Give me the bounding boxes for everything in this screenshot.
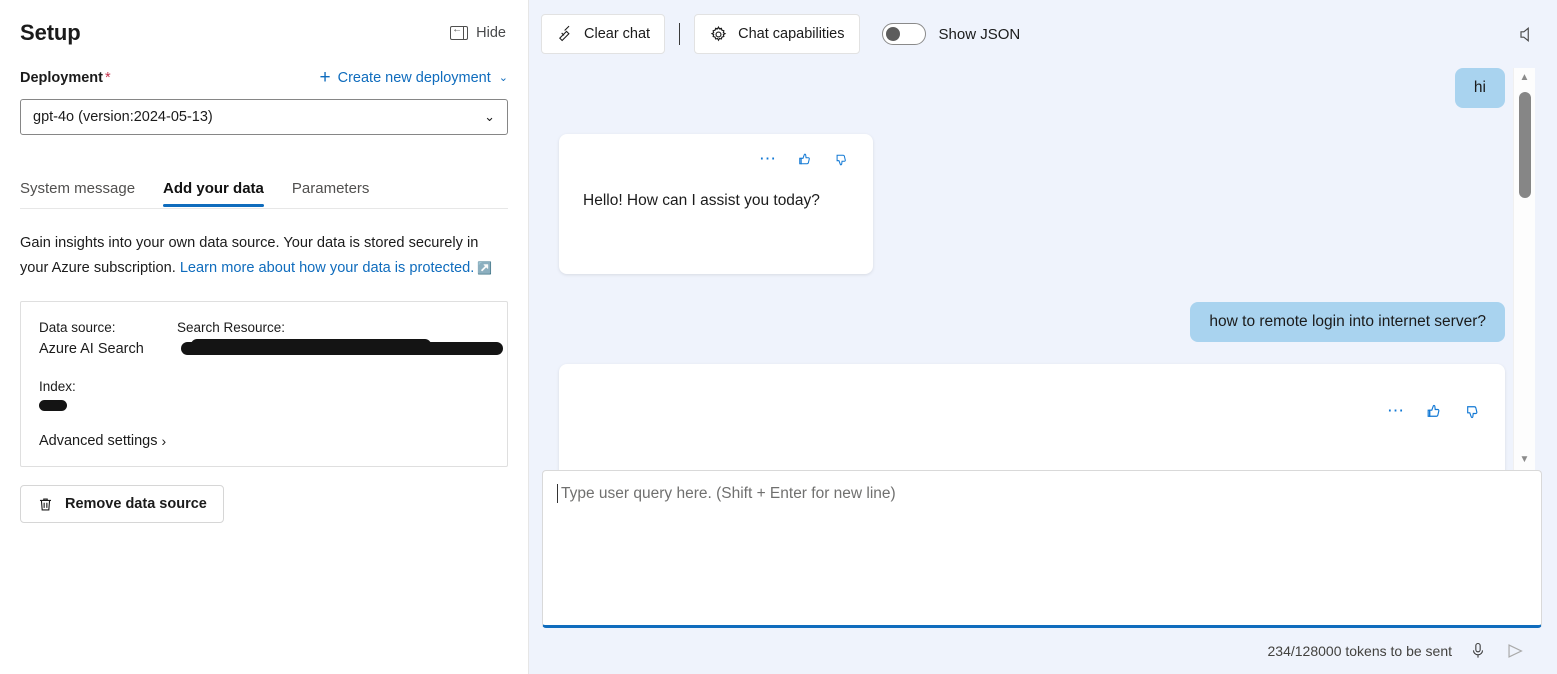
chevron-right-icon: › [161,433,167,449]
user-message-bubble: how to remote login into internet server… [1190,302,1505,342]
hide-panel-button[interactable]: Hide [448,21,508,45]
message-row-assistant: ⋯ Hello! How can I assist you today? [559,134,1505,274]
chat-panel: Clear chat Chat capabilities Show JSON h… [529,0,1557,674]
index-key: Index: [39,379,76,394]
text-caret [557,484,558,503]
composer-area: Type user query here. (Shift + Enter for… [529,470,1557,674]
tabs-divider [20,208,508,209]
speaker-button[interactable] [1511,18,1543,50]
search-resource-column: Search Resource: [177,320,503,357]
chevron-down-icon: ⌄ [498,72,508,84]
broom-icon [559,25,570,42]
show-json-label: Show JSON [938,25,1021,43]
chat-scrollbar[interactable]: ▲ ▼ [1513,68,1535,470]
assistant-message-text: Hello! How can I assist you today? [583,192,820,209]
thumbs-down-icon[interactable] [1462,402,1481,421]
message-row-assistant: ⋯ [559,364,1505,470]
toolbar-divider [679,23,681,45]
message-actions: ⋯ [583,400,1481,422]
chat-input-placeholder: Type user query here. (Shift + Enter for… [557,484,1525,503]
tab-parameters[interactable]: Parameters [292,180,370,207]
learn-more-link[interactable]: Learn more about how your data is protec… [180,260,474,276]
assistant-message-bubble: ⋯ Hello! How can I assist you today? [559,134,873,274]
search-resource-key: Search Resource: [177,320,286,335]
chat-messages: hi ⋯ Hello! How can I assist you today? … [529,68,1535,470]
scrollbar-thumb[interactable] [1519,92,1531,198]
data-source-column: Data source: Azure AI Search [39,320,177,357]
create-new-deployment-button[interactable]: + Create new deployment ⌄ [320,68,508,87]
token-count-label: 234/128000 tokens to be sent [1267,643,1452,659]
assistant-message-bubble: ⋯ [559,364,1505,470]
chat-capabilities-label: Chat capabilities [738,26,845,42]
composer-footer: 234/128000 tokens to be sent [542,628,1542,674]
scroll-up-arrow-icon[interactable]: ▲ [1520,68,1530,88]
message-row-user: how to remote login into internet server… [559,302,1505,342]
required-marker: * [105,69,111,86]
trash-icon [39,498,52,510]
setup-panel: Setup Hide Deployment* + Create new depl… [0,0,529,674]
chat-input[interactable]: Type user query here. (Shift + Enter for… [542,470,1542,628]
send-button[interactable] [1504,640,1526,662]
app-root: Setup Hide Deployment* + Create new depl… [0,0,1557,674]
microphone-button[interactable] [1468,641,1488,661]
index-block: Index: [39,379,489,411]
scroll-down-arrow-icon[interactable]: ▼ [1520,450,1530,470]
thumbs-down-icon[interactable] [832,151,849,168]
plus-icon: + [319,67,331,88]
message-row-user: hi [559,68,1505,108]
clear-chat-button[interactable]: Clear chat [541,14,666,54]
setup-tabs: System message Add your data Parameters [20,167,508,207]
deployment-select[interactable]: gpt-4o (version:2024-05-13) ⌄ [20,99,508,135]
chevron-down-icon: ⌄ [484,109,495,124]
remove-data-source-button[interactable]: Remove data source [20,485,224,523]
deployment-label: Deployment * [20,70,111,86]
user-message-bubble: hi [1454,68,1505,108]
data-source-key: Data source: [39,320,116,335]
chat-capabilities-button[interactable]: Chat capabilities [694,14,860,54]
data-source-value: Azure AI Search [39,341,144,357]
advanced-settings-button[interactable]: Advanced settings › [39,433,166,449]
panel-collapse-icon [450,23,469,41]
gear-icon [710,25,727,41]
scrollbar-track[interactable] [1514,88,1535,450]
tab-add-your-data[interactable]: Add your data [163,180,264,207]
chat-toolbar: Clear chat Chat capabilities Show JSON [529,0,1557,68]
deployment-select-value: gpt-4o (version:2024-05-13) [33,109,213,125]
speaker-mute-icon [1520,26,1529,42]
deployment-label-text: Deployment [20,69,103,86]
ellipsis-icon[interactable]: ⋯ [1387,402,1405,419]
toggle-knob [885,27,900,41]
show-json-toggle[interactable] [881,23,926,45]
data-source-grid: Data source: Azure AI Search Search Reso… [39,320,503,357]
show-json-toggle-wrap: Show JSON [881,23,1021,45]
ellipsis-icon[interactable]: ⋯ [759,150,777,167]
tab-system-message[interactable]: System message [20,180,135,207]
clear-chat-label: Clear chat [584,26,651,42]
create-new-deployment-label: Create new deployment [337,69,491,86]
advanced-settings-label: Advanced settings [39,433,158,449]
data-description: Gain insights into your own data source.… [20,231,508,281]
thumbs-up-icon[interactable] [796,151,813,168]
setup-header: Setup Hide [20,0,508,58]
send-arrow-icon [1508,644,1523,658]
thumbs-up-icon[interactable] [1424,402,1443,421]
hide-panel-label: Hide [476,25,506,41]
external-link-icon: ↗️ [477,261,493,275]
deployment-field-row: Deployment * + Create new deployment ⌄ [20,68,508,87]
page-title: Setup [20,20,81,45]
message-actions: ⋯ [583,148,849,170]
microphone-icon [1472,642,1484,658]
data-source-card: Data source: Azure AI Search Search Reso… [20,301,508,467]
search-resource-redaction [181,339,503,355]
remove-data-source-label: Remove data source [65,496,207,512]
index-redaction [39,400,67,411]
